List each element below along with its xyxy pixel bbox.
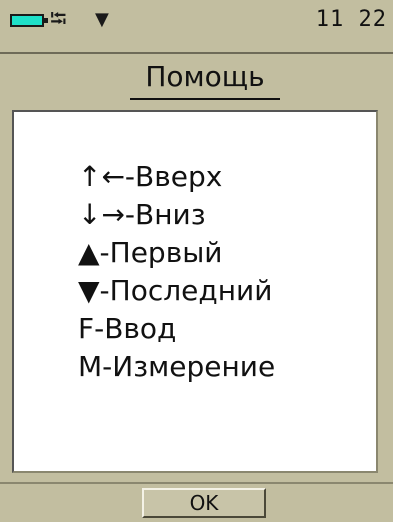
ok-button[interactable]: OK (142, 488, 266, 518)
bottom-divider (0, 482, 393, 484)
page-title: Помощь (145, 60, 265, 93)
help-line-enter: F-Ввод (78, 312, 177, 345)
clock: 11 22 (315, 7, 387, 32)
signal-icon: ▼ (95, 9, 109, 30)
title-separator (0, 52, 393, 54)
help-line-last: ▼-Последний (78, 274, 273, 307)
help-line-first: ▲-Первый (78, 236, 223, 269)
help-line-up: ↑←-Вверх (78, 160, 223, 193)
status-bar: ⭾ ▼ 11 22 (0, 0, 393, 36)
help-list: ↑←-Вверх ↓→-Вниз ▲-Первый ▼-Последний F-… (78, 158, 275, 386)
usb-icon: ⭾ (50, 7, 67, 32)
title-underline (130, 98, 280, 100)
battery-icon (10, 14, 48, 27)
help-line-down: ↓→-Вниз (78, 198, 206, 231)
help-line-measure: M-Измерение (78, 350, 276, 383)
help-panel: ↑←-Вверх ↓→-Вниз ▲-Первый ▼-Последний F-… (12, 110, 378, 473)
